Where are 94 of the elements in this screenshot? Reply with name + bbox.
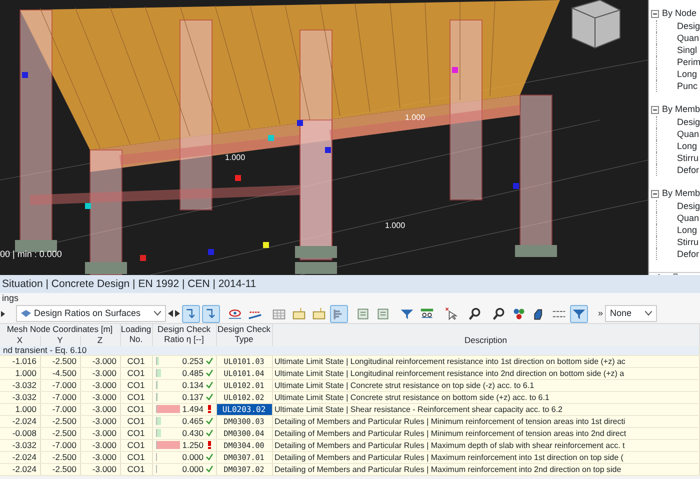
- ratio-label: 1.000: [225, 153, 246, 162]
- column-header: X: [0, 336, 40, 346]
- table-cell: Detailing of Members and Particular Rules | Maximum reinforcement into 2nd direction on top side: [272, 463, 700, 475]
- table-cell: -3.032: [0, 439, 40, 451]
- column-header: Description: [272, 324, 700, 346]
- tree-item[interactable]: Quan: [656, 128, 700, 140]
- rotate-arrow-icon: [184, 306, 198, 320]
- column-header: Design Check Ratio η [--]: [152, 324, 216, 346]
- table-cell: -2.024: [0, 415, 40, 427]
- table-cell: -2.024: [0, 463, 40, 475]
- table-cell: -2.024: [0, 451, 40, 463]
- next-icon[interactable]: [175, 310, 180, 317]
- status-text: 00 | min : 0.000: [0, 248, 62, 261]
- ratio-value: 0.253: [182, 356, 204, 366]
- tree-item[interactable]: By Node: [662, 7, 697, 21]
- ratio-value: 1.250: [182, 440, 204, 450]
- chevron-down-icon[interactable]: [645, 311, 652, 316]
- table-cell: Detailing of Members and Particular Rules | Minimum reinforcement of tension areas into 1st directi: [272, 415, 700, 427]
- tree-item[interactable]: Punc: [656, 80, 700, 92]
- toolbar-button[interactable]: [570, 304, 588, 322]
- ratio-value: 0.137: [182, 392, 204, 402]
- magnifier-icon: [468, 306, 482, 320]
- folder-icon: [292, 306, 306, 320]
- tree-item[interactable]: By Memb: [662, 187, 700, 201]
- ratio-value: 0.000: [182, 452, 204, 462]
- tree-item[interactable]: Quan: [656, 212, 700, 224]
- table-cell: Ultimate Limit State | Concrete strut resistance on bottom side (+z) acc. to 6.1: [272, 391, 700, 403]
- table-cell: -0.008: [0, 427, 40, 439]
- tree-item[interactable]: Long: [656, 224, 700, 236]
- more-button[interactable]: »: [598, 306, 604, 320]
- collapse-icon[interactable]: [651, 190, 659, 198]
- ratio-value: 0.485: [182, 368, 204, 378]
- table-cell: Detailing of Members and Particular Rules | Minimum reinforcement of tension areas into 2nd direct: [272, 427, 700, 439]
- chevron-down-icon[interactable]: [154, 311, 161, 316]
- tree-item[interactable]: Desig: [656, 20, 700, 32]
- tree-item[interactable]: Stirru: [656, 236, 700, 248]
- diamond-icon: [21, 310, 31, 317]
- column-header: Mesh Node Coordinates [m]: [0, 324, 120, 336]
- tree-item[interactable]: Perim: [656, 56, 700, 68]
- previous-icon[interactable]: [168, 310, 173, 317]
- collapse-icon[interactable]: [651, 106, 659, 114]
- eye-icon: [228, 306, 242, 320]
- table-cell: -3.032: [0, 391, 40, 403]
- table-cell: 1.000: [0, 403, 40, 415]
- table-cell: Detailing of Members and Particular Rules | Maximum depth of slab with shear reinforcement acc. t: [272, 439, 700, 451]
- tree-item[interactable]: Long: [656, 140, 700, 152]
- funnel-icon: [572, 306, 586, 320]
- ratio-label: 1.000: [385, 221, 406, 230]
- menu-item[interactable]: ings: [2, 293, 19, 303]
- toolbar-button[interactable]: [182, 304, 200, 322]
- column-header: Z: [80, 336, 120, 346]
- folder-icon: [312, 306, 326, 320]
- collapse-icon[interactable]: [651, 10, 659, 18]
- circles-icon: [512, 306, 526, 320]
- column-header: Design Check Type: [216, 324, 272, 346]
- rotate-arrow-icon: [204, 306, 218, 320]
- table-cell: -3.032: [0, 379, 40, 391]
- result-type-dropdown[interactable]: Design Ratios on Surfaces: [16, 305, 166, 322]
- table-cell: Ultimate Limit State | Longitudinal reinforcement resistance into 2nd direction on bottom side (+z) a: [272, 367, 700, 379]
- sheet-icon: [356, 306, 370, 320]
- table-cell[interactable]: UL0203.02: [216, 403, 272, 415]
- tree-item[interactable]: Defor: [656, 248, 700, 260]
- ratio-label: 1.000: [405, 113, 426, 122]
- tree-item[interactable]: Stirru: [656, 152, 700, 164]
- toolbar-button[interactable]: [202, 304, 220, 322]
- tree-item[interactable]: By Memb: [662, 103, 700, 117]
- cursor-icon: [444, 306, 458, 320]
- table-cell: Ultimate Limit State | Concrete strut resistance on top side (-z) acc. to 6.1: [272, 379, 700, 391]
- ratio-value: 0.430: [182, 428, 204, 438]
- sheet-icon: [376, 306, 390, 320]
- tree-item[interactable]: Defor: [656, 164, 700, 176]
- tree-item[interactable]: Desig: [656, 200, 700, 212]
- ratio-value: 0.134: [182, 380, 204, 390]
- table-icon: [272, 306, 286, 320]
- tree-item[interactable]: Singl: [656, 44, 700, 56]
- ratio-value: 0.000: [182, 464, 204, 474]
- panel-title: Situation | Concrete Design | EN 1992 | CEN | 2014-11: [0, 275, 700, 293]
- table-cell: Ultimate Limit State | Shear resistance - Reinforcement shear capacity acc. to 6.2: [272, 403, 700, 415]
- tree-item[interactable]: Long: [656, 68, 700, 80]
- table-cell: Ultimate Limit State | Longitudinal reinforcement resistance into 1st direction on bottom side (+z) ac: [272, 355, 700, 367]
- filter-dropdown[interactable]: None: [605, 305, 658, 322]
- column-header: Loading No.: [120, 324, 152, 346]
- funnel-icon: [400, 306, 414, 320]
- ratio-value: 0.465: [182, 416, 204, 426]
- tree-item[interactable]: Desig: [656, 116, 700, 128]
- magnifier-icon: [492, 306, 506, 320]
- arrow-right-icon[interactable]: [0, 310, 6, 318]
- table-cell: -1.016: [0, 355, 40, 367]
- column-header: Y: [40, 336, 80, 346]
- view-cube-icon[interactable]: [572, 0, 620, 49]
- table-cell: Detailing of Members and Particular Rules | Maximum reinforcement into 1st direction on top side (: [272, 451, 700, 463]
- tree-item[interactable]: Quan: [656, 32, 700, 44]
- table-cell: 1.000: [0, 367, 40, 379]
- ratio-value: 1.494: [182, 404, 204, 414]
